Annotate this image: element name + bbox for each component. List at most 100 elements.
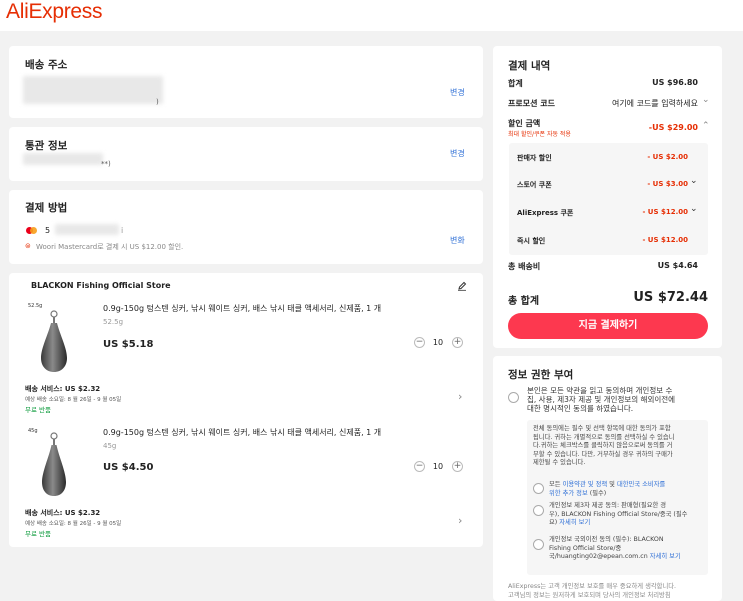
sinker-image-icon	[42, 432, 66, 496]
quantity-value[interactable]: 10	[430, 338, 446, 347]
card-number-tail: i	[121, 226, 124, 235]
chevron-right-icon[interactable]: ›	[458, 390, 462, 403]
shipping-address-card: 배송 주소 ) 변경	[9, 46, 483, 118]
consent-title: 정보 권한 부여	[508, 369, 574, 381]
detail-line: 전체 동의에는 필수 및 선택 항목에 대한 동의가 포함	[533, 425, 671, 432]
shipping-service: 배송 서비스: US $2.32	[25, 384, 100, 394]
overseas-details-link[interactable]: 자세히 보기	[650, 553, 681, 560]
aliexpress-coupon-label: AliExpress 쿠폰	[517, 209, 574, 217]
overseas-transfer-checkbox[interactable]	[533, 539, 544, 550]
additional-info-link[interactable]: 위한 추가 정보	[549, 490, 588, 497]
product-title[interactable]: 0.9g-150g 텅스텐 싱커, 낚시 웨이트 싱커, 배스 낚시 태클 액세…	[103, 427, 413, 438]
third-party-details-link[interactable]: 자세히 보기	[559, 519, 590, 526]
overseas-line: Fishing Official Store/중	[549, 544, 622, 552]
agree-all-checkbox[interactable]	[508, 392, 519, 403]
agree-all-line: 본인은 모든 약관을 읽고 동의하며 개인정보 수	[527, 386, 673, 395]
grand-total-value: US $72.44	[633, 290, 708, 305]
overseas-line: 개인정보 국외이전 동의 (필수): BLACKON	[549, 536, 664, 543]
detail-line: 다.귀하는 체크박스를 클릭하지 않음으로써 동의를 거	[533, 442, 673, 449]
chevron-right-icon[interactable]: ›	[458, 514, 462, 527]
quantity-increase-button[interactable]: +	[452, 461, 463, 472]
delivery-eta: 예상 배송 소요일: 8 월 26일 - 9 월 05일	[25, 397, 122, 403]
promo-code-input[interactable]: 여기에 코드를 입력하세요	[590, 98, 698, 109]
mastercard-icon	[26, 227, 38, 235]
summary-title: 결제 내역	[508, 60, 551, 72]
masked-card-number	[55, 224, 119, 235]
quantity-increase-button[interactable]: +	[452, 337, 463, 348]
shipping-service-price: US $2.32	[64, 509, 101, 517]
customs-info-card: 통관 정보 **) 변경	[9, 127, 483, 181]
customs-info-title: 통관 정보	[25, 140, 68, 152]
third-party-consent-text: 개인정보 제3자 제공 동의: 판매형(필요한 경 우), BLACKON Fi…	[549, 502, 687, 528]
discount-total-value: -US $29.00	[648, 123, 698, 132]
thumb-weight-label: 52.5g	[28, 303, 43, 309]
quantity-decrease-button[interactable]: −	[414, 461, 425, 472]
masked-customs	[23, 153, 103, 165]
edit-icon[interactable]	[457, 281, 467, 291]
agree-all-text: 본인은 모든 약관을 읽고 동의하며 개인정보 수 집, 사용, 제3자 제공 …	[527, 386, 675, 413]
aliexpress-logo[interactable]: AliExpress	[6, 0, 103, 24]
quantity-value[interactable]: 10	[430, 462, 446, 471]
free-return-badge: 무료 반품	[25, 530, 51, 538]
terms-text: 모든	[549, 481, 563, 488]
delivery-eta: 예상 배송 소요일: 8 월 26일 - 9 월 05일	[25, 521, 122, 527]
promo-code-label: 프로모션 코드	[508, 99, 555, 108]
product-thumbnail[interactable]: 45g	[22, 426, 84, 498]
quantity-decrease-button[interactable]: −	[414, 337, 425, 348]
detail-line: 제한될 수 있습니다.	[533, 459, 586, 466]
product-price: US $5.18	[103, 339, 154, 350]
third-party-checkbox[interactable]	[533, 505, 544, 516]
agree-all-line: 대한 명시적인 동의를 하였습니다.	[527, 404, 634, 413]
payment-method-title: 결제 방법	[25, 202, 68, 214]
terms-consent-text: 모든 이용약관 및 정책 및 대한민국 소비자를 위한 추가 정보 (필수)	[549, 481, 665, 498]
detail-line: 부할 수 있습니다. 다만, 거부하실 경우 귀하의 구매가	[533, 450, 673, 458]
product-title[interactable]: 0.9g-150g 텅스텐 싱커, 낚시 웨이트 싱커, 배스 낚시 태클 액세…	[103, 303, 413, 314]
product-price: US $4.50	[103, 462, 154, 473]
instant-discount-value: - US $12.00	[642, 236, 688, 244]
chevron-down-icon[interactable]: ⌄	[690, 176, 698, 186]
product-variant: 52.5g	[103, 318, 124, 326]
grand-total-label: 총 합계	[508, 296, 540, 307]
change-customs-link[interactable]: 변경	[450, 148, 465, 159]
pay-now-button[interactable]: 지금 결제하기	[508, 313, 708, 339]
instant-discount-label: 즉시 할인	[517, 237, 546, 245]
discount-note: 최대 할인/쿠폰 자동 적용	[508, 131, 571, 138]
chevron-down-icon[interactable]: ⌄	[702, 95, 710, 105]
discount-label: 할인 금액	[508, 119, 541, 128]
footer-line: AliExpress는 고객 개인정보 보호를 매우 중요하게 생각합니다.	[508, 583, 677, 590]
store-name[interactable]: BLACKON Fishing Official Store	[31, 281, 171, 290]
masked-customs-tail: **)	[101, 160, 111, 168]
store-coupon-value: - US $3.00	[647, 180, 688, 188]
masked-address	[23, 76, 163, 104]
detail-line: 됩니다. 귀하는 개별적으로 동의를 선택하실 수 있습니	[533, 433, 675, 441]
discount-icon: ⊜	[25, 242, 31, 250]
korea-consumer-link[interactable]: 대한민국 소비자를	[617, 481, 665, 488]
shipping-address-title: 배송 주소	[25, 59, 68, 71]
change-address-link[interactable]: 변경	[450, 87, 465, 98]
product-variant: 45g	[103, 442, 117, 450]
change-payment-link[interactable]: 변화	[450, 235, 465, 246]
terms-checkbox[interactable]	[533, 483, 544, 494]
chevron-up-icon[interactable]: ⌃	[702, 121, 710, 131]
chevron-down-icon[interactable]: ⌄	[690, 204, 698, 214]
shipping-total-label: 총 배송비	[508, 262, 541, 271]
terms-policy-link[interactable]: 이용약관 및 정책	[563, 481, 608, 488]
product-thumbnail[interactable]: 52.5g	[22, 302, 84, 372]
store-coupon-label: 스토어 쿠폰	[517, 181, 552, 189]
free-return-badge: 무료 반품	[25, 406, 51, 414]
shipping-service-label: 배송 서비스:	[25, 385, 63, 393]
card-promo-text: Woori Mastercard로 결제 시 US $12.00 할인.	[36, 243, 184, 251]
shipping-total-value: US $4.64	[657, 261, 698, 270]
seller-discount-label: 판매자 할인	[517, 154, 552, 162]
overseas-consent-text: 개인정보 국외이전 동의 (필수): BLACKON Fishing Offic…	[549, 536, 681, 562]
footer-line: 고객님의 정보는 원저하게 보호되며 당사의 개인정보 처리방침	[508, 592, 671, 599]
store-items-card: BLACKON Fishing Official Store 52.5g 0.9…	[9, 273, 483, 547]
third-party-line: 우), BLACKON Fishing Official Store/중국 (필…	[549, 510, 688, 518]
agree-all-line: 집, 사용, 제3자 제공 및 개인정보의 해외이전에	[527, 395, 676, 404]
privacy-footer-text: AliExpress는 고객 개인정보 보호를 매우 중요하게 생각합니다. 고…	[508, 582, 676, 600]
terms-text: 및	[607, 481, 617, 488]
sinker-image-icon	[41, 310, 67, 372]
aliexpress-coupon-value: - US $12.00	[642, 208, 688, 216]
subtotal-label: 합계	[508, 79, 523, 88]
shipping-service: 배송 서비스: US $2.32	[25, 508, 100, 518]
